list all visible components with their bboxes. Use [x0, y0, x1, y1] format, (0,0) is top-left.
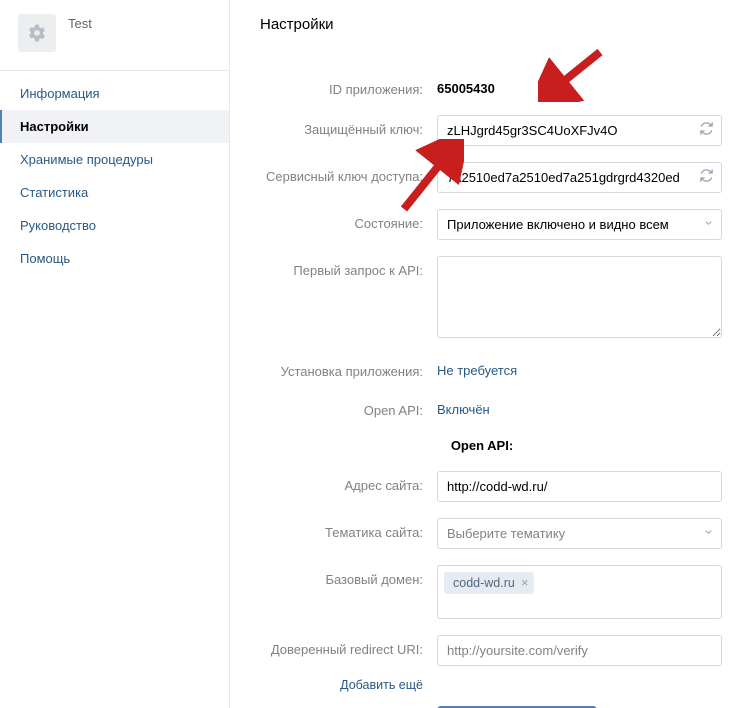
input-service-key[interactable]	[437, 162, 722, 193]
link-open-api-status[interactable]: Включён	[437, 402, 490, 417]
label-install: Установка приложения:	[242, 357, 437, 381]
textarea-first-request[interactable]	[437, 256, 722, 338]
close-icon[interactable]: ×	[521, 576, 529, 589]
base-domain-box[interactable]: codd-wd.ru ×	[437, 565, 722, 619]
sidebar-item-guide[interactable]: Руководство	[0, 209, 229, 242]
sidebar: Test Информация Настройки Хранимые проце…	[0, 0, 230, 708]
label-base-domain: Базовый домен:	[242, 565, 437, 619]
app-name: Test	[68, 14, 92, 31]
label-state: Состояние:	[242, 209, 437, 240]
link-add-more[interactable]: Добавить ещё	[242, 678, 437, 692]
sidebar-item-stats[interactable]: Статистика	[0, 176, 229, 209]
sidebar-item-settings[interactable]: Настройки	[0, 110, 229, 143]
label-first-request: Первый запрос к API:	[242, 256, 437, 341]
input-site-url[interactable]	[437, 471, 722, 502]
sidebar-item-info[interactable]: Информация	[0, 77, 229, 110]
gear-icon	[27, 23, 47, 43]
main-panel: Настройки ID приложения: 65005430 Защищё…	[230, 0, 748, 708]
page-title: Настройки	[242, 16, 722, 49]
label-redirect: Доверенный redirect URI:	[242, 635, 437, 666]
sidebar-item-help[interactable]: Помощь	[0, 242, 229, 275]
link-install[interactable]: Не требуется	[437, 363, 517, 378]
domain-tag-text: codd-wd.ru	[453, 576, 515, 590]
app-avatar	[18, 14, 56, 52]
select-site-topic[interactable]: Выберите тематику	[437, 518, 722, 549]
select-state[interactable]: Приложение включено и видно всем	[437, 209, 722, 240]
label-app-id: ID приложения:	[242, 75, 437, 99]
value-app-id: 65005430	[437, 75, 722, 99]
label-site-url: Адрес сайта:	[242, 471, 437, 502]
input-redirect[interactable]	[437, 635, 722, 666]
domain-tag: codd-wd.ru ×	[444, 572, 534, 594]
label-secure-key: Защищённый ключ:	[242, 115, 437, 146]
sidebar-item-stored-procs[interactable]: Хранимые процедуры	[0, 143, 229, 176]
section-heading-open-api: Open API:	[242, 438, 722, 453]
sidebar-nav: Информация Настройки Хранимые процедуры …	[0, 70, 229, 281]
label-service-key: Сервисный ключ доступа:	[242, 162, 437, 193]
label-open-api-status: Open API:	[242, 396, 437, 420]
app-header: Test	[0, 0, 229, 70]
input-secure-key[interactable]	[437, 115, 722, 146]
label-site-topic: Тематика сайта:	[242, 518, 437, 549]
